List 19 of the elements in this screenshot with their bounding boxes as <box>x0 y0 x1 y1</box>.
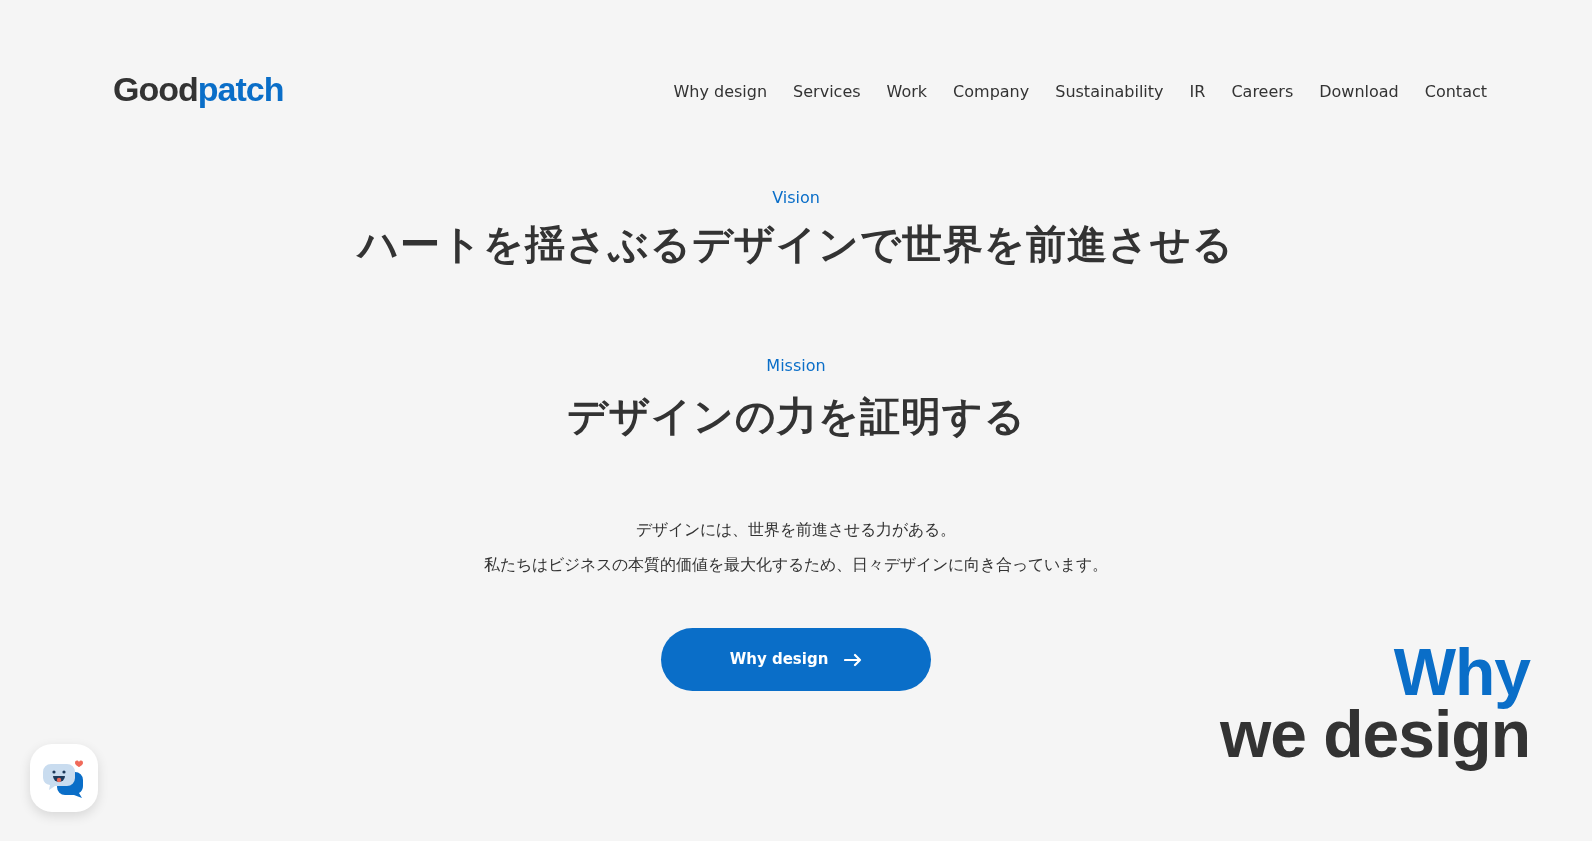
body-text: デザインには、世界を前進させる力がある。 <box>636 519 956 541</box>
arrow-right-icon <box>844 652 863 667</box>
section-label: Mission <box>766 355 826 377</box>
nav-link[interactable]: Careers <box>1231 80 1294 104</box>
chat-widget-button[interactable] <box>30 744 98 812</box>
body-text: 私たちはビジネスの本質的価値を最大化するため、日々デザインに向き合っています。 <box>484 554 1108 576</box>
nav-link[interactable]: Sustainability <box>1055 80 1164 104</box>
nav-link[interactable]: Work <box>886 80 928 104</box>
section-label: Vision <box>772 187 820 209</box>
mission-heading: デザインの力を証明する <box>566 392 1026 441</box>
nav-link[interactable]: Services <box>793 80 861 104</box>
nav-link[interactable]: IR <box>1189 80 1206 104</box>
logo[interactable]: Goodpatch <box>113 72 284 106</box>
nav-link[interactable]: Download <box>1319 80 1399 104</box>
nav-link[interactable]: Contact <box>1424 80 1487 104</box>
nav-link[interactable]: Why design <box>673 80 768 104</box>
nav-link[interactable]: Company <box>953 80 1030 104</box>
why-design-button[interactable]: Why design <box>661 628 931 691</box>
vision-heading: ハートを揺さぶるデザインで世界を前進させる <box>358 220 1234 269</box>
